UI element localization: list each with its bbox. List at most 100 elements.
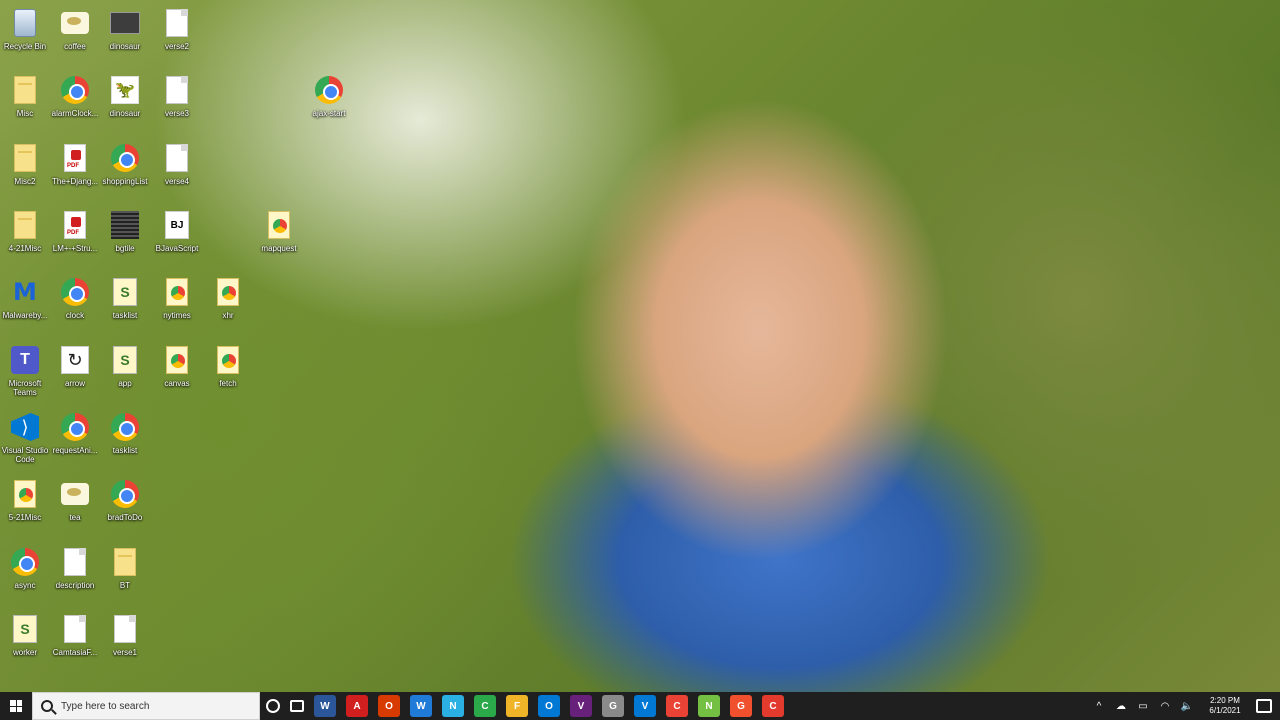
desktop-icon[interactable]: Misc2 xyxy=(0,135,50,197)
desktop-icon[interactable]: LM+-+Stru... xyxy=(50,202,100,264)
cloud-icon[interactable]: ☁ xyxy=(1114,699,1128,713)
taskbar-app-notepad-[interactable]: N xyxy=(698,695,720,717)
desktop-icon[interactable]: dinosaur xyxy=(100,0,150,62)
app-glyph-icon: A xyxy=(353,700,361,712)
desktop-icon[interactable]: verse3 xyxy=(152,67,202,129)
desktop-icon-label: The+Djang... xyxy=(51,177,99,186)
notifications-icon[interactable] xyxy=(1256,699,1272,713)
chevron-up-icon[interactable]: ^ xyxy=(1092,699,1106,713)
desktop-icon[interactable]: Sapp xyxy=(100,337,150,399)
desktop-icon[interactable]: Recycle Bin xyxy=(0,0,50,62)
volume-icon[interactable]: 🔈 xyxy=(1180,699,1194,713)
desktop-icon-label: requestAni... xyxy=(52,446,98,455)
wifi-icon[interactable]: ◠ xyxy=(1158,699,1172,713)
desktop-icon-label: CamtasiaF... xyxy=(52,648,98,657)
taskbar-app-file-explorer[interactable]: F xyxy=(506,695,528,717)
app-glyph-icon: C xyxy=(769,700,777,712)
taskbar-app-vs-code[interactable]: V xyxy=(634,695,656,717)
chrome-icon xyxy=(60,277,90,307)
desktop-icon[interactable]: 4-21Misc xyxy=(0,202,50,264)
desktop-icon[interactable]: The+Djang... xyxy=(50,135,100,197)
desktop-icon[interactable]: Sworker xyxy=(0,606,50,668)
desktop-icon-label: tasklist xyxy=(112,446,138,455)
desktop-icon-label: shoppingList xyxy=(102,177,148,186)
desktop-icon[interactable]: Stasklist xyxy=(100,269,150,331)
javascript-file-icon: S xyxy=(10,614,40,644)
start-button[interactable] xyxy=(0,692,32,720)
pdf-icon xyxy=(60,210,90,240)
desktop-icon[interactable]: verse1 xyxy=(100,606,150,668)
cortana-icon[interactable] xyxy=(266,699,280,713)
chrome-icon xyxy=(110,412,140,442)
desktop-icon[interactable]: verse2 xyxy=(152,0,202,62)
taskbar-app-webex[interactable]: W xyxy=(410,695,432,717)
taskbar-app-gears[interactable]: G xyxy=(602,695,624,717)
folder-icon xyxy=(10,75,40,105)
desktop-icon[interactable]: CamtasiaF... xyxy=(50,606,100,668)
app-glyph-icon: O xyxy=(545,700,553,712)
desktop-icon[interactable]: requestAni... xyxy=(50,404,100,466)
desktop-icon-label: LM+-+Stru... xyxy=(52,244,98,253)
app-glyph-icon: F xyxy=(513,700,521,712)
desktop-icon-label: 4-21Misc xyxy=(8,244,42,253)
taskbar-app-chrome[interactable]: C xyxy=(666,695,688,717)
app-glyph-icon: G xyxy=(609,700,617,712)
desktop-icon[interactable]: M Malwareby... xyxy=(0,269,50,331)
chrome-icon xyxy=(110,143,140,173)
clock[interactable]: 2:20 PM 6/1/2021 xyxy=(1202,696,1248,716)
desktop-icon[interactable]: async xyxy=(0,539,50,601)
desktop-icon[interactable]: ↻ arrow xyxy=(50,337,100,399)
chrome-folder-icon xyxy=(162,277,192,307)
taskbar-app-visual-studio[interactable]: V xyxy=(570,695,592,717)
desktop-icon[interactable]: xhr xyxy=(203,269,253,331)
taskbar-app-git[interactable]: G xyxy=(730,695,752,717)
taskbar-app-acrobat[interactable]: A xyxy=(346,695,368,717)
desktop-icon[interactable]: ⟩ Visual Studio Code xyxy=(0,404,50,466)
desktop-icon[interactable]: mapquest xyxy=(254,202,304,264)
app-glyph-icon: C xyxy=(673,700,681,712)
desktop-icon[interactable]: Misc xyxy=(0,67,50,129)
desktop-icon[interactable]: nytimes xyxy=(152,269,202,331)
desktop-icon-label: Misc xyxy=(16,109,34,118)
task-view-icon[interactable] xyxy=(290,700,304,712)
desktop-icon[interactable]: bradToDo xyxy=(100,471,150,533)
desktop-icon[interactable]: canvas xyxy=(152,337,202,399)
cup-icon xyxy=(60,8,90,38)
desktop-icon[interactable]: tea xyxy=(50,471,100,533)
desktop-icon-label: async xyxy=(14,581,36,590)
desktop-icon[interactable]: coffee xyxy=(50,0,100,62)
app-glyph-icon: O xyxy=(385,700,393,712)
recycle-bin-icon xyxy=(10,8,40,38)
desktop-icon[interactable]: BJ BJavaScript xyxy=(152,202,202,264)
app-glyph-icon: W xyxy=(320,700,330,712)
desktop-icon[interactable]: bgtile xyxy=(100,202,150,264)
taskbar-app-notepad[interactable]: N xyxy=(442,695,464,717)
desktop-icon[interactable]: BT xyxy=(100,539,150,601)
taskbar-app-camtasia-recorder[interactable]: C xyxy=(762,695,784,717)
desktop-icon[interactable]: tasklist xyxy=(100,404,150,466)
taskbar-app-office[interactable]: O xyxy=(378,695,400,717)
taskbar-app-word[interactable]: W xyxy=(314,695,336,717)
desktop-icon[interactable]: description xyxy=(50,539,100,601)
desktop-icon[interactable]: ajax-start xyxy=(304,67,354,129)
app-glyph-icon: W xyxy=(416,700,426,712)
desktop-icon[interactable]: 🦖 dinosaur xyxy=(100,67,150,129)
desktop-icon[interactable]: shoppingList xyxy=(100,135,150,197)
taskbar-app-camtasia[interactable]: C xyxy=(474,695,496,717)
desktop-icon[interactable]: alarmClock... xyxy=(50,67,100,129)
chrome-icon xyxy=(10,547,40,577)
folder-icon xyxy=(10,143,40,173)
desktop-icon[interactable]: fetch xyxy=(203,337,253,399)
desktop-icon[interactable]: T Microsoft Teams xyxy=(0,337,50,399)
desktop-icon-label: verse4 xyxy=(164,177,189,186)
desktop-icon[interactable]: 5-21Misc xyxy=(0,471,50,533)
desktop-icon-label: verse2 xyxy=(164,42,189,51)
taskbar-app-outlook[interactable]: O xyxy=(538,695,560,717)
search-box[interactable]: Type here to search xyxy=(32,692,260,720)
desktop-icon[interactable]: clock xyxy=(50,269,100,331)
battery-icon[interactable]: ▭ xyxy=(1136,699,1150,713)
desktop-icon[interactable]: verse4 xyxy=(152,135,202,197)
arrow-icon: ↻ xyxy=(60,345,90,375)
app-glyph-icon: C xyxy=(481,700,489,712)
clock-date: 6/1/2021 xyxy=(1209,706,1241,715)
